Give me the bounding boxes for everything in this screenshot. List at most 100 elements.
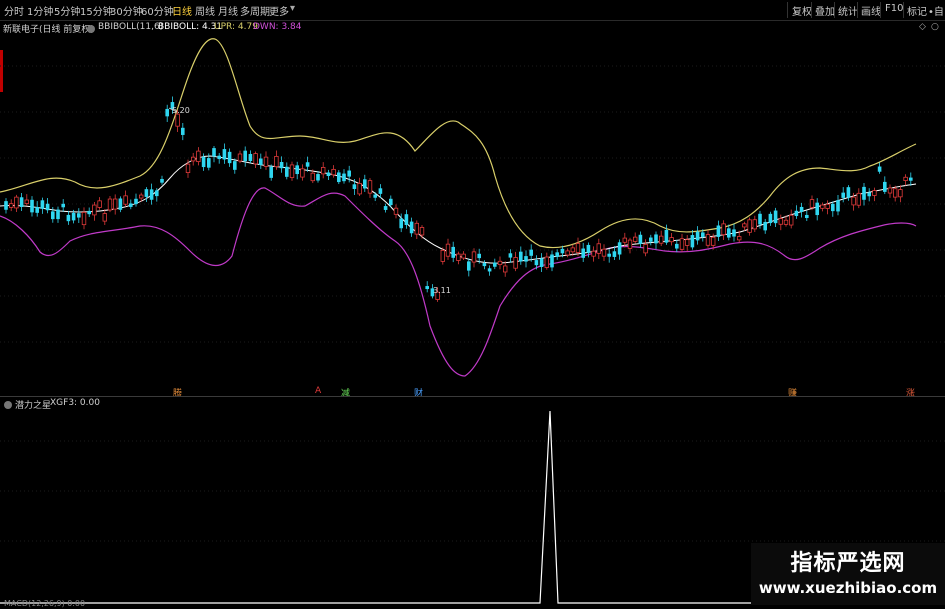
indicator-name[interactable]: BBIBOLL(11,6): [98, 22, 163, 32]
oscillator-name[interactable]: 潜力之星: [15, 398, 51, 411]
candle-body: [591, 250, 596, 257]
candle-body: [747, 219, 752, 233]
tab-monthly[interactable]: 月线: [218, 3, 238, 18]
candle-body: [253, 153, 258, 165]
candle-body: [851, 196, 856, 206]
candle-body: [19, 197, 24, 207]
candle-body: [493, 262, 497, 267]
candle-body: [649, 237, 653, 242]
upr-value: UPR: 4.79: [214, 22, 258, 32]
candle-body: [97, 200, 102, 208]
candle-body: [513, 257, 518, 269]
candle-body: [92, 204, 97, 216]
candle-body: [679, 238, 685, 250]
tab-more[interactable]: 更多: [269, 3, 289, 18]
toolbar-divider: [857, 2, 858, 18]
candle-body: [129, 203, 133, 207]
candle-body: [705, 234, 711, 246]
overlay-button[interactable]: 叠加: [815, 3, 835, 18]
candle-body: [783, 219, 789, 225]
tab-multi-period[interactable]: 多周期: [240, 3, 270, 18]
grid-lines: [0, 65, 945, 343]
candle-body: [389, 198, 393, 206]
draw-line-button[interactable]: 画线: [861, 3, 881, 18]
candle-body: [601, 248, 607, 257]
candle-body: [367, 180, 373, 194]
candle-body: [190, 156, 196, 162]
candle-body: [102, 213, 107, 222]
candle-body: [794, 210, 799, 217]
more-chevron-icon: ▾: [290, 3, 296, 14]
close-circle-icon[interactable]: ○: [931, 22, 939, 32]
signal-tag: 腾: [173, 389, 183, 399]
candlestick-chart[interactable]: 5.20 3.11: [0, 36, 945, 397]
candle-body: [893, 188, 898, 198]
tab-5min[interactable]: 5分钟: [54, 3, 80, 18]
candle-body: [14, 196, 19, 209]
auto-button[interactable]: •自: [928, 3, 944, 18]
pane-divider[interactable]: [0, 396, 945, 397]
candle-body: [654, 234, 658, 244]
stock-title: 新联电子(日线 前复权): [3, 25, 94, 35]
tab-15min[interactable]: 15分钟: [80, 3, 113, 18]
candle-body: [909, 177, 913, 181]
candle-body: [867, 192, 871, 197]
diamond-icon[interactable]: ◇: [919, 22, 926, 32]
statistics-button[interactable]: 统计: [838, 3, 858, 18]
candle-body: [539, 258, 544, 267]
mark-button[interactable]: 标记: [907, 3, 927, 18]
candle-body: [227, 151, 232, 164]
candle-body: [196, 150, 201, 163]
restore-right-button[interactable]: 复权: [792, 3, 812, 18]
candle-body: [295, 165, 299, 175]
candle-body: [695, 231, 700, 241]
candle-body: [352, 184, 357, 189]
candle-body: [778, 218, 783, 225]
signal-tag: 减: [341, 389, 351, 399]
candle-body: [898, 189, 903, 198]
candle-body: [300, 168, 305, 178]
candle-body: [789, 214, 794, 226]
tab-daily[interactable]: 日线: [172, 3, 192, 18]
candle-body: [836, 200, 840, 212]
candle-body: [581, 248, 585, 258]
signal-tag: 赚: [788, 389, 798, 399]
f10-button[interactable]: F10: [885, 3, 903, 14]
candle-body: [138, 194, 144, 199]
candle-body: [550, 254, 554, 268]
candle-body: [363, 179, 367, 189]
toolbar-divider: [903, 2, 904, 18]
tab-60min[interactable]: 60分钟: [141, 3, 174, 18]
candle-body: [71, 212, 76, 221]
candle-body: [144, 189, 149, 197]
candle-body: [248, 153, 253, 162]
candle-body: [607, 253, 611, 257]
candle-body: [393, 207, 399, 215]
watermark-url: www.xuezhibiao.com: [758, 579, 938, 597]
candle-body: [77, 213, 81, 218]
candle-body: [544, 256, 549, 268]
candle-body: [399, 218, 403, 229]
candle-body: [841, 192, 845, 198]
candle-body: [643, 243, 648, 254]
candle-body: [30, 199, 34, 213]
tab-30min[interactable]: 30分钟: [110, 3, 143, 18]
candle-body: [524, 256, 528, 262]
candle-body: [596, 243, 601, 254]
tab-weekly[interactable]: 周线: [195, 3, 215, 18]
candle-body: [155, 190, 159, 197]
candle-body: [508, 253, 513, 258]
candle-body: [883, 181, 887, 192]
candle-body: [467, 261, 471, 271]
candle-body: [269, 166, 273, 178]
candle-body: [123, 195, 128, 205]
tab-fenshi[interactable]: 分时: [4, 3, 24, 18]
dwn-value: DWN: 3.84: [253, 22, 302, 32]
candle-body: [805, 214, 809, 219]
candle-body: [320, 167, 326, 175]
candle-body: [742, 223, 747, 228]
candle-body: [45, 203, 50, 211]
candle-body: [165, 108, 169, 117]
candle-body: [721, 223, 726, 236]
tab-1min[interactable]: 1分钟: [27, 3, 53, 18]
